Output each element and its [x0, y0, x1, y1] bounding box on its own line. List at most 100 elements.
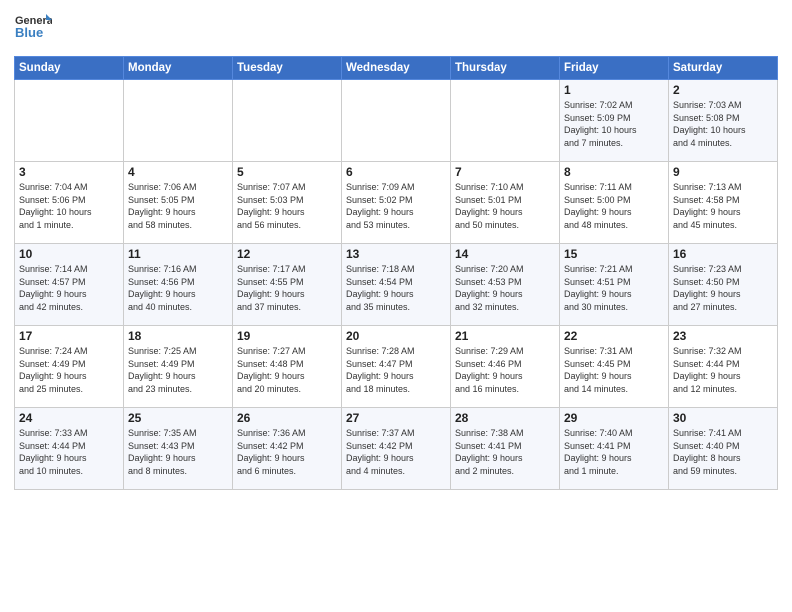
day-info: Sunrise: 7:37 AM Sunset: 4:42 PM Dayligh… [346, 427, 446, 477]
day-number: 16 [673, 247, 773, 261]
day-cell: 27 Sunrise: 7:37 AM Sunset: 4:42 PM Dayli… [342, 408, 451, 490]
day-number: 2 [673, 83, 773, 97]
weekday-header-row: SundayMondayTuesdayWednesdayThursdayFrid… [15, 57, 778, 80]
day-number: 12 [237, 247, 337, 261]
day-number: 10 [19, 247, 119, 261]
day-cell: 19 Sunrise: 7:27 AM Sunset: 4:48 PM Dayli… [233, 326, 342, 408]
day-number: 13 [346, 247, 446, 261]
day-cell: 17 Sunrise: 7:24 AM Sunset: 4:49 PM Dayli… [15, 326, 124, 408]
svg-text:Blue: Blue [15, 25, 43, 40]
week-row-3: 10 Sunrise: 7:14 AM Sunset: 4:57 PM Dayli… [15, 244, 778, 326]
day-number: 17 [19, 329, 119, 343]
day-cell: 22 Sunrise: 7:31 AM Sunset: 4:45 PM Dayli… [560, 326, 669, 408]
day-info: Sunrise: 7:27 AM Sunset: 4:48 PM Dayligh… [237, 345, 337, 395]
day-info: Sunrise: 7:13 AM Sunset: 4:58 PM Dayligh… [673, 181, 773, 231]
day-cell: 14 Sunrise: 7:20 AM Sunset: 4:53 PM Dayli… [451, 244, 560, 326]
day-info: Sunrise: 7:31 AM Sunset: 4:45 PM Dayligh… [564, 345, 664, 395]
day-info: Sunrise: 7:18 AM Sunset: 4:54 PM Dayligh… [346, 263, 446, 313]
day-cell: 10 Sunrise: 7:14 AM Sunset: 4:57 PM Dayli… [15, 244, 124, 326]
day-cell: 21 Sunrise: 7:29 AM Sunset: 4:46 PM Dayli… [451, 326, 560, 408]
day-cell: 18 Sunrise: 7:25 AM Sunset: 4:49 PM Dayli… [124, 326, 233, 408]
day-number: 20 [346, 329, 446, 343]
calendar-table: SundayMondayTuesdayWednesdayThursdayFrid… [14, 56, 778, 490]
day-cell: 15Sunrise: 7:21 AM Sunset: 4:51 PM Dayli… [560, 244, 669, 326]
day-number: 23 [673, 329, 773, 343]
day-cell: 20 Sunrise: 7:28 AM Sunset: 4:47 PM Dayli… [342, 326, 451, 408]
weekday-saturday: Saturday [669, 57, 778, 80]
day-cell: 29 Sunrise: 7:40 AM Sunset: 4:41 PM Dayli… [560, 408, 669, 490]
weekday-sunday: Sunday [15, 57, 124, 80]
day-info: Sunrise: 7:07 AM Sunset: 5:03 PM Dayligh… [237, 181, 337, 231]
day-cell: 13 Sunrise: 7:18 AM Sunset: 4:54 PM Dayli… [342, 244, 451, 326]
day-number: 11 [128, 247, 228, 261]
day-info: Sunrise: 7:33 AM Sunset: 4:44 PM Dayligh… [19, 427, 119, 477]
day-info: Sunrise: 7:14 AM Sunset: 4:57 PM Dayligh… [19, 263, 119, 313]
day-info: Sunrise: 7:28 AM Sunset: 4:47 PM Dayligh… [346, 345, 446, 395]
week-row-1: 1 Sunrise: 7:02 AM Sunset: 5:09 PM Daylig… [15, 80, 778, 162]
day-cell: 6Sunrise: 7:09 AM Sunset: 5:02 PM Daylig… [342, 162, 451, 244]
day-info: Sunrise: 7:03 AM Sunset: 5:08 PM Dayligh… [673, 99, 773, 149]
weekday-monday: Monday [124, 57, 233, 80]
day-number: 25 [128, 411, 228, 425]
day-number: 27 [346, 411, 446, 425]
day-cell: 11 Sunrise: 7:16 AM Sunset: 4:56 PM Dayli… [124, 244, 233, 326]
day-info: Sunrise: 7:40 AM Sunset: 4:41 PM Dayligh… [564, 427, 664, 477]
day-cell: 25 Sunrise: 7:35 AM Sunset: 4:43 PM Dayli… [124, 408, 233, 490]
day-info: Sunrise: 7:23 AM Sunset: 4:50 PM Dayligh… [673, 263, 773, 313]
day-cell: 4Sunrise: 7:06 AM Sunset: 5:05 PM Daylig… [124, 162, 233, 244]
day-info: Sunrise: 7:02 AM Sunset: 5:09 PM Dayligh… [564, 99, 664, 149]
day-cell: 24Sunrise: 7:33 AM Sunset: 4:44 PM Dayli… [15, 408, 124, 490]
day-info: Sunrise: 7:09 AM Sunset: 5:02 PM Dayligh… [346, 181, 446, 231]
day-number: 4 [128, 165, 228, 179]
day-number: 19 [237, 329, 337, 343]
day-cell: 5 Sunrise: 7:07 AM Sunset: 5:03 PM Daylig… [233, 162, 342, 244]
page-container: General Blue SundayMondayTuesdayWednesda… [0, 0, 792, 500]
day-number: 14 [455, 247, 555, 261]
day-number: 7 [455, 165, 555, 179]
logo: General Blue [14, 10, 52, 48]
day-number: 22 [564, 329, 664, 343]
day-info: Sunrise: 7:04 AM Sunset: 5:06 PM Dayligh… [19, 181, 119, 231]
week-row-5: 24Sunrise: 7:33 AM Sunset: 4:44 PM Dayli… [15, 408, 778, 490]
header: General Blue [14, 10, 778, 48]
day-cell: 2 Sunrise: 7:03 AM Sunset: 5:08 PM Daylig… [669, 80, 778, 162]
day-cell: 1 Sunrise: 7:02 AM Sunset: 5:09 PM Daylig… [560, 80, 669, 162]
week-row-4: 17 Sunrise: 7:24 AM Sunset: 4:49 PM Dayli… [15, 326, 778, 408]
day-cell: 9 Sunrise: 7:13 AM Sunset: 4:58 PM Daylig… [669, 162, 778, 244]
day-number: 5 [237, 165, 337, 179]
day-number: 18 [128, 329, 228, 343]
day-cell: 23Sunrise: 7:32 AM Sunset: 4:44 PM Dayli… [669, 326, 778, 408]
day-info: Sunrise: 7:10 AM Sunset: 5:01 PM Dayligh… [455, 181, 555, 231]
day-cell [451, 80, 560, 162]
day-info: Sunrise: 7:11 AM Sunset: 5:00 PM Dayligh… [564, 181, 664, 231]
day-number: 26 [237, 411, 337, 425]
day-cell: 26 Sunrise: 7:36 AM Sunset: 4:42 PM Dayli… [233, 408, 342, 490]
day-info: Sunrise: 7:41 AM Sunset: 4:40 PM Dayligh… [673, 427, 773, 477]
day-cell [233, 80, 342, 162]
day-info: Sunrise: 7:38 AM Sunset: 4:41 PM Dayligh… [455, 427, 555, 477]
day-number: 9 [673, 165, 773, 179]
day-info: Sunrise: 7:24 AM Sunset: 4:49 PM Dayligh… [19, 345, 119, 395]
day-cell: 7 Sunrise: 7:10 AM Sunset: 5:01 PM Daylig… [451, 162, 560, 244]
day-number: 8 [564, 165, 664, 179]
weekday-tuesday: Tuesday [233, 57, 342, 80]
day-number: 29 [564, 411, 664, 425]
day-info: Sunrise: 7:25 AM Sunset: 4:49 PM Dayligh… [128, 345, 228, 395]
day-info: Sunrise: 7:36 AM Sunset: 4:42 PM Dayligh… [237, 427, 337, 477]
day-number: 3 [19, 165, 119, 179]
day-info: Sunrise: 7:35 AM Sunset: 4:43 PM Dayligh… [128, 427, 228, 477]
weekday-friday: Friday [560, 57, 669, 80]
day-info: Sunrise: 7:17 AM Sunset: 4:55 PM Dayligh… [237, 263, 337, 313]
day-cell: 3 Sunrise: 7:04 AM Sunset: 5:06 PM Daylig… [15, 162, 124, 244]
day-cell [124, 80, 233, 162]
day-info: Sunrise: 7:29 AM Sunset: 4:46 PM Dayligh… [455, 345, 555, 395]
day-number: 21 [455, 329, 555, 343]
day-number: 30 [673, 411, 773, 425]
day-number: 1 [564, 83, 664, 97]
day-cell: 28Sunrise: 7:38 AM Sunset: 4:41 PM Dayli… [451, 408, 560, 490]
day-cell: 8 Sunrise: 7:11 AM Sunset: 5:00 PM Daylig… [560, 162, 669, 244]
logo-svg: General Blue [14, 10, 52, 48]
day-cell: 12 Sunrise: 7:17 AM Sunset: 4:55 PM Dayli… [233, 244, 342, 326]
day-info: Sunrise: 7:16 AM Sunset: 4:56 PM Dayligh… [128, 263, 228, 313]
day-info: Sunrise: 7:20 AM Sunset: 4:53 PM Dayligh… [455, 263, 555, 313]
